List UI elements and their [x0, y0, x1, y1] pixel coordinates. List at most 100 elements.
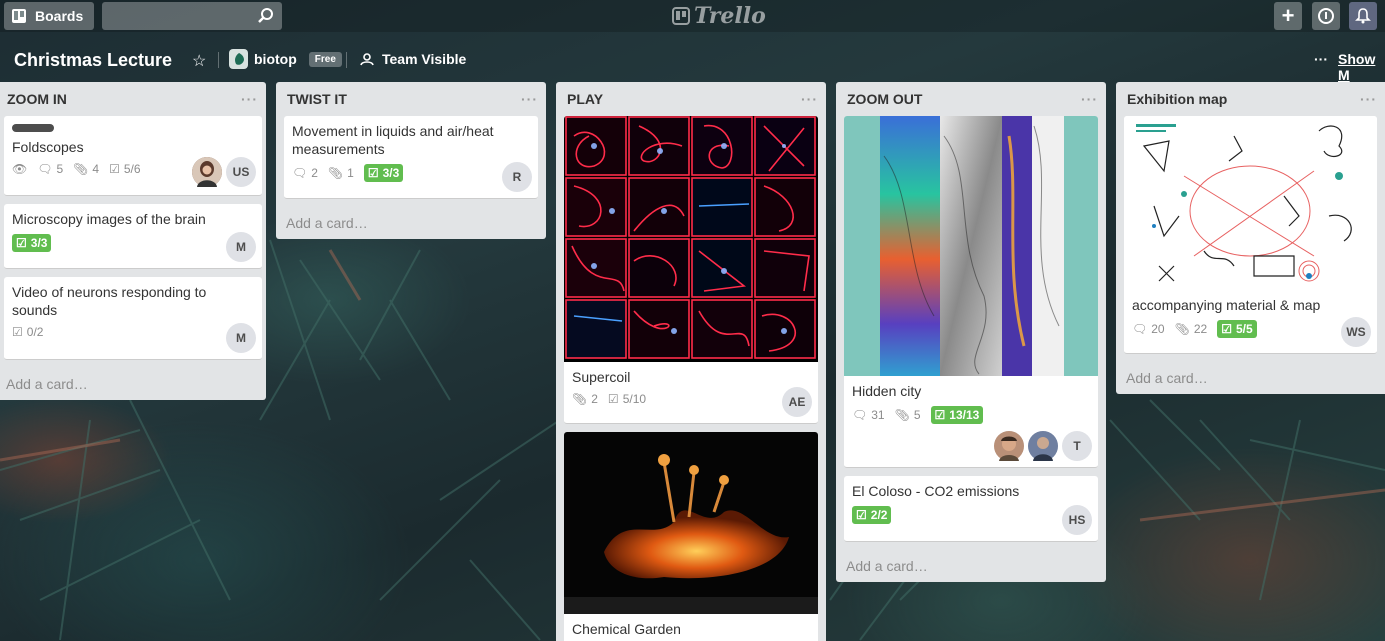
member-avatar[interactable]: T — [1062, 431, 1092, 461]
card-microscopy[interactable]: Microscopy images of the brain ☑ 3/3 M — [4, 204, 262, 269]
info-icon — [1318, 8, 1334, 24]
add-card-button[interactable]: Add a card… — [836, 550, 1106, 582]
member-avatar[interactable]: WS — [1341, 317, 1371, 347]
list-play: PLAY ··· Supercoil 📎︎ 2 ☑ 5/10 AE Chemic… — [556, 82, 826, 641]
notifications-button[interactable] — [1349, 2, 1377, 30]
comment-icon: 🗨︎ — [37, 162, 53, 176]
comment-icon: 🗨︎ — [292, 166, 308, 180]
card-title: Video of neurons responding to sounds — [12, 284, 207, 318]
header-divider — [218, 52, 219, 68]
card-chemical-garden[interactable]: Chemical Garden — [564, 432, 818, 641]
attachment-count: 2 — [591, 392, 598, 406]
checklist-icon: ☑ — [1221, 322, 1232, 336]
card-supercoil[interactable]: Supercoil 📎︎ 2 ☑ 5/10 AE — [564, 116, 818, 424]
card-label[interactable] — [12, 124, 54, 132]
visibility-label: Team Visible — [382, 51, 467, 67]
attachment-count: 4 — [92, 162, 100, 176]
card-title: Hidden city — [852, 383, 922, 399]
search-input[interactable] — [102, 2, 282, 30]
star-icon[interactable]: ☆ — [192, 51, 206, 71]
plus-icon: + — [1281, 3, 1295, 28]
attachment-count: 5 — [913, 408, 921, 422]
list-title[interactable]: ZOOM OUT — [847, 91, 922, 107]
card-accompanying-material[interactable]: accompanying material & map 🗨︎ 20 📎︎ 22 ☑ 5… — [1124, 116, 1377, 354]
list-title[interactable]: ZOOM IN — [7, 91, 67, 107]
logo-text: Trello — [694, 3, 766, 29]
checklist-badge: ☑ 3/3 — [363, 164, 404, 182]
list-title[interactable]: PLAY — [567, 91, 603, 107]
list-exhibition-map: Exhibition map ··· accompanying material … — [1116, 82, 1385, 394]
card-title: El Coloso - CO2 emissions — [852, 483, 1020, 499]
comment-count: 5 — [56, 162, 64, 176]
member-avatar-photo[interactable] — [192, 157, 222, 187]
list-menu-icon[interactable]: ··· — [1081, 91, 1098, 107]
watch-icon: 👁︎ — [12, 162, 28, 176]
checklist-icon: ☑ — [934, 408, 946, 422]
checklist-icon: ☑ — [12, 325, 23, 339]
show-menu-label: Show M — [1338, 51, 1376, 83]
more-dots: ··· — [1314, 51, 1328, 67]
checklist-count: 0/2 — [26, 325, 44, 339]
checklist-count: 5/5 — [1235, 322, 1253, 336]
member-avatar[interactable]: AE — [782, 387, 812, 417]
attachment-count: 22 — [1193, 322, 1208, 336]
add-card-button[interactable]: Add a card… — [0, 368, 266, 400]
comment-count: 31 — [871, 408, 885, 422]
list-zoom-out: ZOOM OUT ··· Hidden city 🗨︎ 31 📎︎ 5 ☑ 13/13 — [836, 82, 1106, 582]
list-menu-icon[interactable]: ··· — [241, 91, 258, 107]
visibility-button[interactable]: Team Visible — [360, 51, 466, 67]
member-avatar[interactable]: US — [226, 157, 256, 187]
card-cover-image — [844, 116, 1098, 376]
list-title[interactable]: Exhibition map — [1127, 91, 1227, 107]
list-menu-icon[interactable]: ··· — [801, 91, 818, 107]
plan-badge: Free — [308, 51, 342, 67]
search-icon[interactable] — [257, 7, 275, 25]
card-title: Chemical Garden — [572, 621, 681, 637]
member-avatar-photo[interactable] — [1028, 431, 1058, 461]
card-el-coloso[interactable]: El Coloso - CO2 emissions ☑ 2/2 HS — [844, 476, 1098, 542]
info-button[interactable] — [1312, 2, 1340, 30]
show-menu-button[interactable]: ··· Show M — [1314, 51, 1385, 83]
team-icon — [360, 53, 374, 66]
attachment-icon: 📎︎ — [1174, 322, 1190, 336]
card-title: Movement in liquids and air/heat measure… — [292, 123, 494, 157]
card-cover-image — [1124, 116, 1377, 290]
attachment-icon: 📎︎ — [572, 392, 588, 406]
card-movement-liquids[interactable]: Movement in liquids and air/heat measure… — [284, 116, 538, 199]
list-menu-icon[interactable]: ··· — [1360, 91, 1377, 107]
card-hidden-city[interactable]: Hidden city 🗨︎ 31 📎︎ 5 ☑ 13/13 T — [844, 116, 1098, 468]
card-neurons-video[interactable]: Video of neurons responding to sounds ☑ 0… — [4, 277, 262, 360]
card-title: Foldscopes — [12, 139, 84, 155]
comment-icon: 🗨︎ — [1132, 322, 1148, 336]
checklist-badge: ☑ 2/2 — [852, 506, 892, 524]
member-avatar[interactable]: R — [502, 162, 532, 192]
board-title[interactable]: Christmas Lecture — [14, 50, 172, 71]
list-menu-icon[interactable]: ··· — [521, 91, 538, 107]
add-button[interactable]: + — [1274, 2, 1302, 30]
attachment-count: 1 — [347, 166, 354, 180]
org-button[interactable]: biotop Free — [229, 49, 342, 69]
comment-count: 2 — [311, 166, 318, 180]
checklist-count: 2/2 — [870, 508, 888, 522]
card-title: Supercoil — [572, 369, 631, 385]
add-card-button[interactable]: Add a card… — [276, 207, 546, 239]
checklist-count: 5/10 — [622, 392, 647, 406]
comment-icon: 🗨︎ — [852, 408, 868, 422]
member-avatar[interactable]: HS — [1062, 505, 1092, 535]
add-card-button[interactable]: Add a card… — [1116, 362, 1385, 394]
member-avatar[interactable]: M — [226, 232, 256, 262]
trello-logo[interactable]: Trello — [672, 3, 766, 29]
checklist-badge: ☑ 3/3 — [12, 234, 52, 252]
boards-button[interactable]: Boards — [4, 2, 94, 30]
attachment-icon: 📎︎ — [73, 162, 89, 176]
card-foldscopes[interactable]: Foldscopes 👁︎ 🗨︎ 5 📎︎ 4 ☑ 5/6 US — [4, 116, 262, 196]
header-divider — [346, 52, 347, 68]
checklist-count: 5/6 — [123, 162, 141, 176]
list-twist-it: TWIST IT ··· Movement in liquids and air/… — [276, 82, 546, 239]
card-cover-image — [564, 116, 818, 362]
list-zoom-in: ZOOM IN ··· Foldscopes 👁︎ 🗨︎ 5 📎︎ 4 ☑ 5/6 US… — [0, 82, 266, 400]
list-title[interactable]: TWIST IT — [287, 91, 347, 107]
member-avatar[interactable]: M — [226, 323, 256, 353]
checklist-icon: ☑ — [16, 236, 27, 250]
member-avatar-photo[interactable] — [994, 431, 1024, 461]
